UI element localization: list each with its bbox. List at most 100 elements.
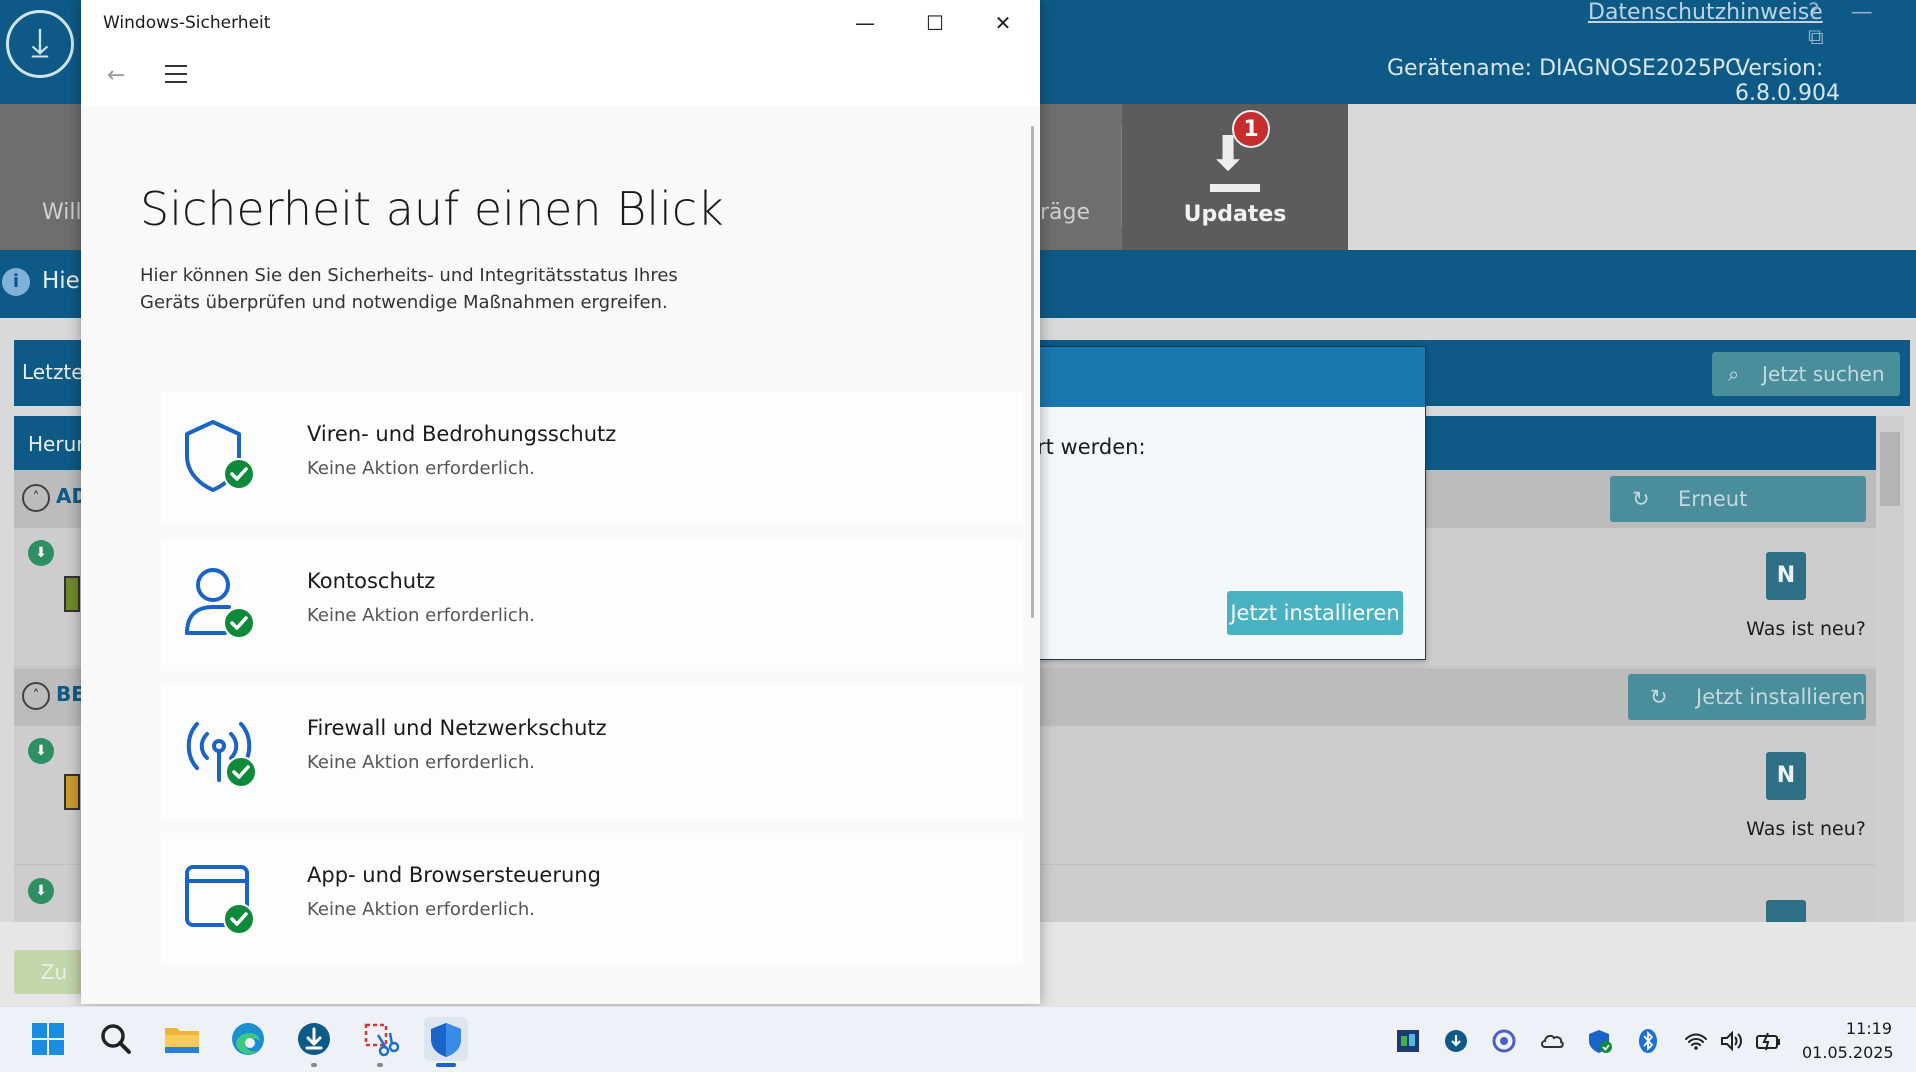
list-header-text: Herur — [28, 432, 85, 456]
minimize-button[interactable]: — — [831, 0, 899, 46]
nav-item-left[interactable]: Will — [42, 200, 82, 225]
card-title: Viren- und Bedrohungsschutz — [307, 422, 617, 446]
install-now-label: Jetzt installieren — [1696, 685, 1866, 709]
windows-security-button[interactable] — [424, 1017, 468, 1067]
updates-label: Updates — [1183, 202, 1287, 227]
whats-new-link[interactable]: Was ist neu? — [1716, 618, 1896, 640]
clock-date[interactable]: 01.05.2025 — [1802, 1043, 1894, 1062]
card-status: Keine Aktion erforderlich. — [307, 899, 535, 920]
dialog-titlebar — [1037, 347, 1425, 407]
app-thumbnail — [64, 774, 80, 810]
panel-title: Letzte — [22, 360, 84, 384]
updater-app-button[interactable] — [292, 1017, 336, 1067]
clock-time[interactable]: 11:19 — [1842, 1019, 1892, 1038]
tray-copilot-icon[interactable] — [1490, 1027, 1518, 1055]
security-content: Sicherheit auf einen Blick Hier können S… — [81, 105, 1040, 1004]
speaker-icon — [1721, 1030, 1742, 1052]
device-name: Gerätename: DIAGNOSE2025PC — [1387, 56, 1741, 81]
window-titlebar: Windows-Sicherheit — ☐ ✕ — [81, 0, 1040, 48]
back-arrow-icon[interactable]: ← — [107, 63, 125, 88]
search-now-button[interactable]: ⌕ Jetzt suchen — [1712, 352, 1900, 396]
card-title: Firewall und Netzwerkschutz — [307, 716, 607, 740]
privacy-link[interactable]: Datenschutzhinweise — [1588, 0, 1823, 25]
card-app-browser-control[interactable]: App- und Browsersteuerung Keine Aktion e… — [161, 833, 1023, 965]
release-notes-icon[interactable]: N — [1766, 752, 1806, 800]
shield-check-icon — [1589, 1030, 1612, 1053]
tray-onedrive-icon[interactable] — [1538, 1027, 1566, 1055]
folder-icon — [165, 1028, 199, 1053]
active-indicator — [436, 1063, 456, 1067]
nav-item-updates[interactable]: ⬇ 1 Updates — [1122, 104, 1348, 250]
release-notes-icon[interactable]: N — [1766, 552, 1806, 600]
updates-badge: 1 — [1232, 110, 1270, 148]
card-account-protection[interactable]: Kontoschutz Keine Aktion erforderlich. — [161, 539, 1023, 671]
shield-icon — [185, 420, 255, 492]
dialog-message: rt werden: — [1037, 435, 1146, 459]
download-app-icon — [298, 1023, 330, 1055]
cloud-icon — [1541, 1034, 1564, 1048]
info-icon: i — [2, 268, 30, 296]
taskbar: 11:19 01.05.2025 — [0, 1006, 1916, 1072]
content-scrollbar[interactable] — [1031, 126, 1034, 618]
whats-new-link[interactable]: Was ist neu? — [1716, 818, 1896, 840]
nav-item-mid[interactable]: räge — [1040, 200, 1090, 225]
search-icon: ⌕ — [1728, 362, 1740, 386]
tray-bluetooth-icon[interactable] — [1634, 1027, 1662, 1055]
tray-volume-icon[interactable] — [1718, 1027, 1746, 1055]
tray-battery-icon[interactable] — [1754, 1027, 1782, 1055]
file-explorer-button[interactable] — [160, 1017, 204, 1061]
wifi-antenna-icon — [186, 722, 257, 788]
close-button[interactable]: ✕ — [969, 0, 1037, 46]
download-icon: ⬇ — [28, 738, 54, 764]
info-text: Hie — [42, 268, 80, 294]
dialog-install-button[interactable]: Jetzt installieren — [1227, 591, 1403, 635]
refresh-icon: ↻ — [1650, 685, 1668, 709]
edge-icon — [232, 1023, 264, 1055]
card-firewall[interactable]: Firewall und Netzwerkschutz Keine Aktion… — [161, 686, 1023, 818]
download-logo-icon: ⤓ — [6, 10, 74, 78]
windows-logo-icon — [32, 1023, 64, 1055]
diagnostic-tray-icon — [1397, 1030, 1419, 1052]
chevron-up-icon[interactable]: ˄ — [22, 682, 50, 710]
card-status: Keine Aktion erforderlich. — [307, 605, 535, 626]
card-status: Keine Aktion erforderlich. — [307, 458, 535, 479]
chevron-up-icon[interactable]: ˄ — [22, 484, 50, 512]
download-tray-icon — [1210, 184, 1260, 192]
battery-charging-icon — [1756, 1032, 1780, 1051]
shield-icon — [431, 1023, 461, 1057]
browser-window-icon — [185, 865, 255, 935]
window-navbar: ← — [81, 47, 1040, 105]
account-icon — [185, 568, 255, 639]
hamburger-menu-icon[interactable] — [165, 73, 187, 75]
search-now-label: Jetzt suchen — [1762, 362, 1885, 386]
reinstall-button[interactable]: ↻ Erneut installieren — [1610, 476, 1866, 557]
list-scrollbar-thumb[interactable] — [1880, 432, 1900, 506]
card-status: Keine Aktion erforderlich. — [307, 752, 535, 773]
start-button[interactable] — [26, 1017, 70, 1061]
running-indicator — [377, 1063, 383, 1067]
tray-updater-icon[interactable] — [1442, 1027, 1470, 1055]
windows-security-window: Windows-Sicherheit — ☐ ✕ ← Sicherheit au… — [81, 0, 1040, 1004]
card-virus-protection[interactable]: Viren- und Bedrohungsschutz Keine Aktion… — [161, 392, 1023, 524]
bluetooth-icon — [1639, 1029, 1657, 1053]
download-icon: ⬇ — [28, 878, 54, 904]
edge-browser-button[interactable] — [226, 1017, 270, 1061]
tray-wifi-icon[interactable] — [1682, 1027, 1710, 1055]
install-dialog: rt werden: Jetzt installieren — [1036, 346, 1426, 660]
tray-app-icon[interactable] — [1394, 1027, 1422, 1055]
taskbar-search-button[interactable] — [94, 1017, 138, 1061]
card-title: Kontoschutz — [307, 569, 436, 593]
list-scrollbar[interactable] — [1876, 416, 1904, 922]
window-title: Windows-Sicherheit — [103, 13, 271, 33]
tray-security-icon[interactable] — [1586, 1027, 1614, 1055]
search-icon — [101, 1024, 131, 1054]
snipping-tool-icon — [364, 1023, 400, 1057]
maximize-button[interactable]: ☐ — [901, 0, 969, 46]
snipping-tool-button[interactable] — [358, 1017, 402, 1067]
download-icon: ⬇ — [28, 540, 54, 566]
app-version: Version: 6.8.0.904 — [1735, 56, 1840, 106]
refresh-icon: ↻ — [1632, 487, 1650, 511]
app-window-controls[interactable]: ? — ⧉ — [1808, 0, 1916, 50]
card-title: App- und Browsersteuerung — [307, 863, 601, 887]
install-now-button[interactable]: ↻ Jetzt installieren — [1628, 674, 1866, 720]
